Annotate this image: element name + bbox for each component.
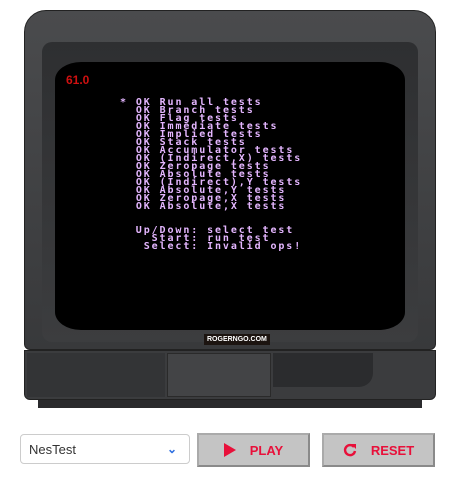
play-button[interactable]: PLAY xyxy=(197,433,310,467)
speaker-grille xyxy=(27,353,165,397)
chevron-down-icon: ⌄ xyxy=(166,442,177,456)
test-menu: * OK Run all tests OK Branch tests OK Fl… xyxy=(120,98,303,252)
help-line: Select: Invalid ops! xyxy=(135,241,303,252)
tv-lower-panel xyxy=(24,350,436,400)
reset-button[interactable]: RESET xyxy=(322,433,435,467)
emulator-screen[interactable]: 61.0 * OK Run all tests OK Branch tests … xyxy=(55,62,405,330)
refresh-icon xyxy=(343,443,357,457)
play-label: PLAY xyxy=(249,442,284,458)
tv-control-panel xyxy=(273,353,373,387)
rom-select[interactable]: NesTest ⌄ xyxy=(20,434,190,464)
tv-frame: 61.0 * OK Run all tests OK Branch tests … xyxy=(24,10,436,410)
rom-select-value: NesTest xyxy=(29,442,76,457)
reset-label: RESET xyxy=(370,442,415,458)
cursor xyxy=(120,201,128,212)
front-door xyxy=(167,353,271,397)
play-icon xyxy=(223,443,236,457)
tv-base xyxy=(38,400,422,408)
brand-logo: ROGERNGO.COM xyxy=(204,334,270,345)
fps-counter: 61.0 xyxy=(66,73,90,87)
test-label: OK Absolute,X tests xyxy=(135,201,287,212)
test-line[interactable]: OK Absolute,X tests xyxy=(120,201,302,212)
